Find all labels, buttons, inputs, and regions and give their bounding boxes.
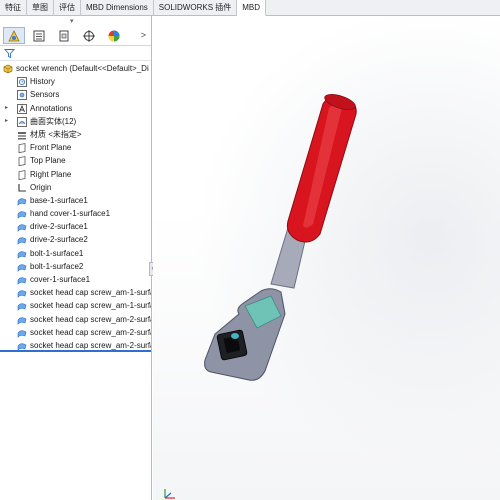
plane-icon	[18, 169, 26, 180]
imported-surface-icon	[17, 330, 27, 338]
material-icon	[18, 131, 26, 140]
socket-wrench-model[interactable]	[153, 16, 500, 500]
tab-mbd-dimensions[interactable]: MBD Dimensions	[81, 0, 154, 16]
display-manager-tab[interactable]	[103, 27, 125, 44]
graphics-viewport[interactable]	[153, 16, 500, 500]
sensors-icon	[17, 90, 27, 101]
feature-manager-panel: ▾ > socket wrench (Default<<Default>_Di …	[0, 16, 152, 500]
command-manager-tabs: 特征 草图 评估 MBD Dimensions SOLIDWORKS 插件 MB…	[0, 0, 500, 16]
origin-icon	[18, 183, 26, 192]
tree-item-surface[interactable]: bolt-1-surface2	[0, 260, 151, 273]
tree-item-surface[interactable]: drive-2-surface1	[0, 220, 151, 233]
annotations-icon	[17, 103, 27, 114]
tree-item-history[interactable]: History	[0, 75, 151, 88]
more-tabs-icon[interactable]: >	[141, 30, 146, 40]
imported-surface-icon	[17, 343, 27, 351]
display-manager-icon	[108, 30, 120, 41]
tree-item-surface[interactable]: hand cover-1-surface1	[0, 207, 151, 220]
feature-tree: socket wrench (Default<<Default>_Di Hist…	[0, 62, 151, 353]
property-manager-icon	[33, 30, 45, 41]
tree-item-surface[interactable]: drive-2-surface2	[0, 233, 151, 246]
tree-item-top-plane[interactable]: Top Plane	[0, 154, 151, 167]
tab-sketch[interactable]: 草图	[27, 0, 54, 16]
feature-manager-tab[interactable]	[3, 27, 25, 44]
tree-item-surface[interactable]: cover-1-surface1	[0, 273, 151, 286]
imported-surface-icon	[17, 198, 27, 206]
tree-item-origin[interactable]: Origin	[0, 181, 151, 194]
expand-chevron-icon[interactable]: ▸	[5, 115, 8, 128]
imported-surface-icon	[17, 303, 27, 312]
property-manager-tab[interactable]	[28, 27, 50, 44]
tab-solidworks-addins[interactable]: SOLIDWORKS 插件	[154, 0, 238, 16]
filter-icon[interactable]	[4, 48, 15, 59]
imported-surface-icon	[17, 264, 27, 272]
manager-tab-bar: >	[0, 26, 151, 46]
imported-surface-icon	[17, 316, 27, 325]
tree-item-surface[interactable]: socket head cap screw_am-2-surfa	[0, 326, 151, 339]
part-icon	[3, 64, 13, 74]
tree-item-right-plane[interactable]: Right Plane	[0, 168, 151, 181]
imported-surface-icon	[17, 251, 27, 259]
tab-mbd[interactable]: MBD	[237, 0, 267, 16]
socket-detent-ball	[231, 333, 239, 339]
tree-item-surface[interactable]: bolt-1-surface1	[0, 247, 151, 260]
tab-evaluate[interactable]: 评估	[54, 0, 81, 16]
tree-item-front-plane[interactable]: Front Plane	[0, 141, 151, 154]
tree-item-surface[interactable]: socket head cap screw_am-2-surfa	[0, 339, 151, 353]
tree-item-surface-bodies[interactable]: ▸ 曲面实体(12)	[0, 115, 151, 128]
tree-item-sensors[interactable]: Sensors	[0, 88, 151, 101]
imported-surface-icon	[17, 277, 27, 285]
imported-surface-icon	[17, 211, 27, 219]
imported-surface-icon	[17, 237, 27, 246]
surface-bodies-icon	[17, 116, 27, 127]
tree-item-material[interactable]: 材质 <未指定>	[0, 128, 151, 141]
dimxpert-manager-tab[interactable]	[78, 27, 100, 44]
imported-surface-icon	[17, 224, 27, 232]
expand-chevron-icon[interactable]: ▸	[5, 102, 8, 115]
configuration-manager-tab[interactable]	[53, 27, 75, 44]
plane-icon	[18, 156, 26, 167]
dimxpert-icon	[83, 29, 95, 42]
view-triad-icon	[164, 489, 175, 499]
configuration-manager-icon	[59, 30, 69, 41]
history-icon	[17, 77, 27, 88]
tree-item-surface[interactable]: base-1-surface1	[0, 194, 151, 207]
tree-item-annotations[interactable]: ▸ Annotations	[0, 102, 151, 115]
tab-features[interactable]: 特征	[0, 0, 27, 16]
panel-collapse-chevron-icon[interactable]: ▾	[70, 17, 74, 25]
tree-item-surface[interactable]: socket head cap screw_am-2-surfa	[0, 313, 151, 326]
imported-surface-icon	[17, 290, 27, 298]
tree-root-part[interactable]: socket wrench (Default<<Default>_Di	[0, 62, 151, 75]
tree-item-surface[interactable]: socket head cap screw_am-1-surfa	[0, 286, 151, 299]
plane-icon	[18, 143, 26, 154]
tree-filter-row	[0, 47, 151, 61]
tree-item-surface[interactable]: socket head cap screw_am-1-surfa	[0, 299, 151, 312]
part-name: socket wrench (Default<<Default>_Di	[16, 64, 149, 73]
feature-manager-icon	[8, 29, 20, 41]
